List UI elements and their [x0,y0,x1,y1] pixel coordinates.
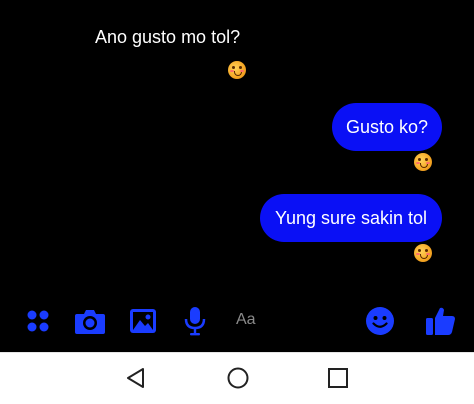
camera-icon[interactable] [74,305,106,337]
chat-thread: Ano gusto mo tol? Gusto ko? Yung sure sa… [0,0,474,298]
back-triangle-icon[interactable] [124,366,148,390]
outgoing-message-text: Gusto ko? [345,117,429,137]
outgoing-message-text: Yung sure sakin tol [274,208,428,228]
apps-grid-icon[interactable] [24,305,52,337]
reaction-blushing-icon [228,61,246,79]
reaction-blushing-icon [414,153,432,171]
message-input[interactable]: Aa [236,310,256,330]
outgoing-message-bubble[interactable]: Yung sure sakin tol [260,194,442,242]
incoming-message[interactable]: Ano gusto mo tol? [95,27,240,47]
home-circle-icon[interactable] [226,366,250,390]
reaction-blushing-icon [414,244,432,262]
thumbs-up-icon[interactable] [424,305,458,337]
emoji-icon[interactable] [364,305,396,337]
recents-square-icon[interactable] [326,366,350,390]
gallery-icon[interactable] [128,305,158,337]
outgoing-message-bubble[interactable]: Gusto ko? [332,103,442,151]
microphone-icon[interactable] [182,305,208,337]
